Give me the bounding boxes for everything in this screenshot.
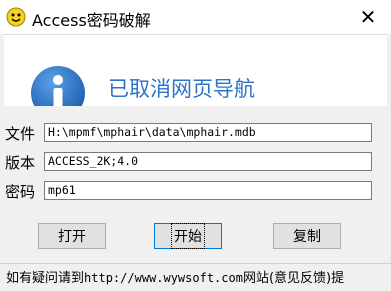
version-label: 版本 [5, 154, 36, 172]
navigation-canceled-message: 已取消网页导航 [108, 77, 255, 101]
start-button-label: 开始 [171, 223, 205, 249]
start-button[interactable]: 开始 [154, 223, 222, 249]
file-path-field[interactable]: H:\mpmf\mphair\data\mphair.mdb [44, 123, 372, 142]
open-button[interactable]: 打开 [38, 223, 106, 249]
status-suffix: 网站(意见反馈)提 [242, 271, 345, 286]
copy-button-label: 复制 [293, 229, 321, 245]
website-link[interactable]: http://www.wywsoft.com [84, 271, 243, 285]
embedded-browser: 已取消网页导航 [4, 34, 387, 107]
title-bar: Access密码破解 ✕ [0, 0, 391, 34]
copy-button[interactable]: 复制 [273, 223, 341, 249]
status-bar: 如有疑问请到http://www.wywsoft.com网站(意见反馈)提 [0, 263, 391, 291]
window-title: Access密码破解 [32, 11, 151, 30]
password-field[interactable]: mp61 [44, 181, 372, 200]
close-button[interactable]: ✕ [345, 0, 391, 34]
open-button-label: 打开 [58, 229, 86, 245]
status-prefix: 如有疑问请到 [6, 271, 85, 286]
info-icon [31, 66, 85, 107]
password-label: 密码 [5, 183, 36, 201]
close-icon: ✕ [359, 5, 377, 29]
status-text: 如有疑问请到http://www.wywsoft.com网站(意见反馈)提 [6, 267, 344, 286]
file-label: 文件 [5, 125, 36, 143]
smiley-icon [6, 7, 26, 27]
version-field[interactable]: ACCESS_2K;4.0 [44, 152, 372, 171]
